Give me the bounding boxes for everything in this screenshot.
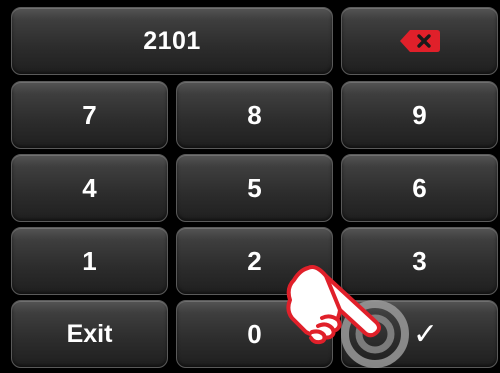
checkmark-icon: ✓ [412, 317, 439, 351]
code-display[interactable]: 2101 [11, 7, 333, 75]
key-7-label: 7 [82, 99, 97, 130]
confirm-button[interactable]: ✓ [341, 300, 498, 368]
code-display-value: 2101 [143, 26, 201, 55]
key-3[interactable]: 3 [341, 227, 498, 295]
key-9[interactable]: 9 [341, 81, 498, 149]
key-9-label: 9 [412, 99, 427, 130]
key-2-label: 2 [247, 245, 262, 276]
key-5-label: 5 [247, 172, 262, 203]
key-3-label: 3 [412, 245, 427, 276]
key-1[interactable]: 1 [11, 227, 168, 295]
backspace-icon [399, 30, 440, 52]
key-6[interactable]: 6 [341, 154, 498, 222]
key-8[interactable]: 8 [176, 81, 333, 149]
key-6-label: 6 [412, 172, 427, 203]
key-1-label: 1 [82, 245, 97, 276]
key-4-label: 4 [82, 172, 97, 203]
key-8-label: 8 [247, 99, 262, 130]
key-7[interactable]: 7 [11, 81, 168, 149]
backspace-button[interactable] [341, 7, 498, 75]
key-0-label: 0 [247, 318, 262, 349]
key-2[interactable]: 2 [176, 227, 333, 295]
key-4[interactable]: 4 [11, 154, 168, 222]
key-0[interactable]: 0 [176, 300, 333, 368]
exit-button-label: Exit [66, 319, 113, 348]
key-5[interactable]: 5 [176, 154, 333, 222]
exit-button[interactable]: Exit [11, 300, 168, 368]
